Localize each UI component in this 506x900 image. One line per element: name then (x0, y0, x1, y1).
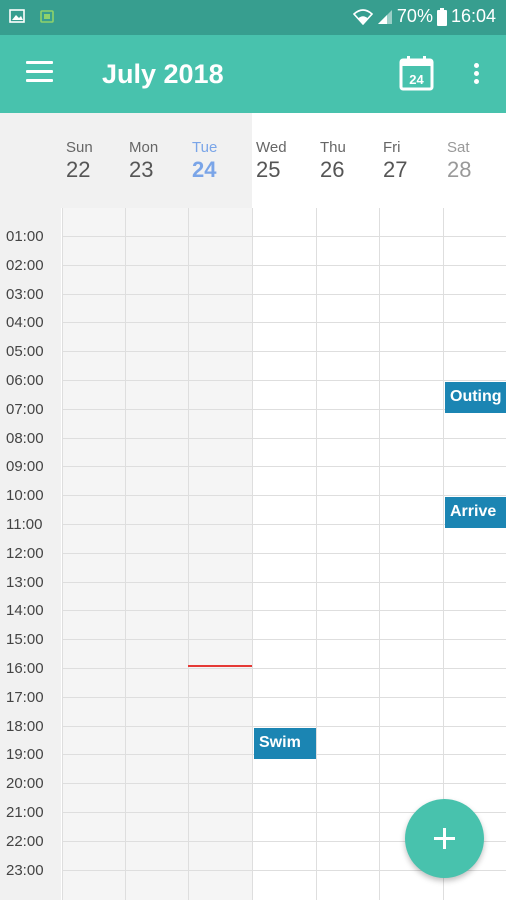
all-day-row (62, 183, 252, 208)
page-title: July 2018 (102, 59, 224, 89)
calendar-icon: 24 (399, 56, 434, 91)
hour-label: 14:00 (6, 602, 44, 619)
day-name: Thu (320, 139, 346, 156)
day-name: Mon (129, 139, 159, 156)
hour-label: 23:00 (6, 862, 44, 879)
grid-column-line (316, 208, 317, 900)
today-calendar-button[interactable]: 24 (399, 55, 434, 91)
day-header-sun[interactable]: Sun 22 (66, 139, 126, 183)
day-number: 26 (320, 157, 345, 182)
clock: 16:04 (450, 6, 496, 26)
hour-label: 22:00 (6, 833, 44, 850)
grid-column-line (252, 208, 253, 900)
hour-label: 02:00 (6, 257, 44, 274)
day-number: 28 (447, 157, 472, 182)
past-days-grid-shade (62, 208, 252, 900)
hour-line (62, 294, 506, 295)
event-swim[interactable]: Swim (254, 728, 316, 759)
hour-label: 19:00 (6, 746, 44, 763)
add-event-button[interactable] (405, 799, 484, 878)
hour-label: 08:00 (6, 430, 44, 447)
signal-icon (377, 9, 392, 24)
hour-label: 12:00 (6, 545, 44, 562)
day-number: 27 (383, 157, 408, 182)
week-grid[interactable]: 01:00 02:00 03:00 04:00 05:00 06:00 07:00 08:00… (0, 208, 506, 900)
event-outing[interactable]: Outing (445, 382, 506, 413)
day-header-mon[interactable]: Mon 23 (129, 139, 189, 183)
hour-line (62, 668, 506, 669)
hour-label: 07:00 (6, 401, 44, 418)
grid-column-line (379, 208, 380, 900)
hour-label: 16:00 (6, 660, 44, 677)
hour-line (62, 610, 506, 611)
hour-line (62, 236, 506, 237)
hour-line (62, 582, 506, 583)
hour-line (62, 639, 506, 640)
menu-icon[interactable] (26, 61, 54, 85)
hour-label: 17:00 (6, 689, 44, 706)
day-name: Sat (447, 139, 470, 156)
day-header-fri[interactable]: Fri 27 (383, 139, 443, 183)
battery-icon (436, 7, 447, 26)
hour-line (62, 438, 506, 439)
day-header-tue[interactable]: Tue 24 (192, 139, 252, 183)
day-name: Sun (66, 139, 93, 156)
status-bar: 70% 16:04 (0, 0, 506, 35)
event-arrive[interactable]: Arrive (445, 497, 506, 528)
hour-line (62, 466, 506, 467)
hour-line (62, 351, 506, 352)
hour-label: 05:00 (6, 343, 44, 360)
current-time-indicator (188, 665, 252, 667)
hour-label: 21:00 (6, 804, 44, 821)
hour-label: 13:00 (6, 574, 44, 591)
hour-line (62, 697, 506, 698)
hour-label: 06:00 (6, 372, 44, 389)
day-number: 23 (129, 157, 154, 182)
grid-column-line (125, 208, 126, 900)
today-badge: 24 (409, 72, 424, 87)
hour-label: 15:00 (6, 631, 44, 648)
image-notification-icon (9, 9, 25, 23)
week-header: Sun 22 Mon 23 Tue 24 Wed 25 Thu 26 Fri 27 Sat 28 (0, 113, 506, 208)
day-name: Fri (383, 139, 401, 156)
hour-line (62, 495, 506, 496)
app-notification-icon (40, 10, 54, 23)
day-header-wed[interactable]: Wed 25 (256, 139, 316, 183)
wifi-icon (352, 8, 373, 25)
day-number: 25 (256, 157, 281, 182)
hour-line (62, 409, 506, 410)
day-number: 22 (66, 157, 91, 182)
hour-line (62, 380, 506, 381)
hour-line (62, 726, 506, 727)
hour-label: 03:00 (6, 286, 44, 303)
hour-line (62, 322, 506, 323)
grid-column-line (443, 208, 444, 900)
hour-label: 01:00 (6, 228, 44, 245)
more-options-icon[interactable] (466, 60, 486, 88)
day-number: 24 (192, 157, 217, 182)
hour-line (62, 783, 506, 784)
hour-label: 09:00 (6, 458, 44, 475)
hour-label: 10:00 (6, 487, 44, 504)
battery-percent: 70% (396, 6, 433, 26)
day-name: Tue (192, 139, 218, 156)
day-header-sat[interactable]: Sat 28 (447, 139, 506, 183)
hour-line (62, 524, 506, 525)
hour-label: 11:00 (6, 516, 43, 533)
hour-label: 04:00 (6, 314, 44, 331)
hour-line (62, 553, 506, 554)
hour-label: 18:00 (6, 718, 44, 735)
grid-column-line (188, 208, 189, 900)
day-header-thu[interactable]: Thu 26 (320, 139, 380, 183)
hour-line (62, 265, 506, 266)
app-bar: July 2018 24 (0, 35, 506, 113)
day-name: Wed (256, 139, 287, 156)
grid-column-line (62, 208, 63, 900)
hour-label: 20:00 (6, 775, 44, 792)
